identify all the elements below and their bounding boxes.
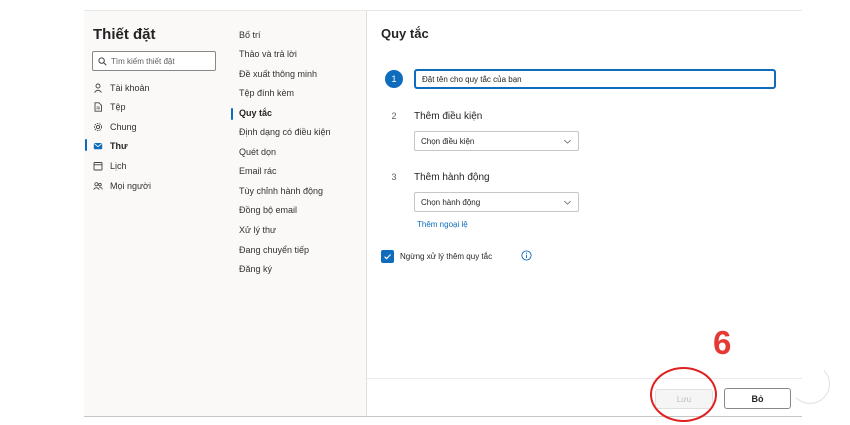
section-smart-suggestions[interactable]: Đề xuất thông minh xyxy=(239,69,317,79)
annotation-step-number: 6 xyxy=(713,324,732,361)
category-label: Lịch xyxy=(110,161,127,171)
category-label: Mọi người xyxy=(110,181,151,191)
settings-search-box[interactable] xyxy=(92,51,216,71)
section-customize-actions[interactable]: Tùy chỉnh hành động xyxy=(239,186,323,196)
active-section-indicator xyxy=(231,108,233,120)
category-files[interactable]: Tệp xyxy=(93,99,126,115)
section-junk-email[interactable]: Email rác xyxy=(239,166,277,176)
annotation-highlight-circle xyxy=(650,367,717,422)
add-action-label: Thêm hành động xyxy=(414,172,490,183)
category-account[interactable]: Tài khoản xyxy=(93,80,150,96)
gear-icon xyxy=(93,122,103,132)
section-subscriptions[interactable]: Đăng ký xyxy=(239,264,272,274)
stop-processing-checkbox[interactable] xyxy=(381,250,394,263)
category-general[interactable]: Chung xyxy=(93,119,137,135)
section-conditional-formatting[interactable]: Định dạng có điều kiện xyxy=(239,127,331,137)
discard-button[interactable]: Bỏ xyxy=(724,388,791,409)
section-message-handling[interactable]: Xử lý thư xyxy=(239,225,276,235)
settings-search-input[interactable] xyxy=(111,56,211,66)
section-compose-reply[interactable]: Thảo và trả lời xyxy=(239,49,297,59)
info-icon[interactable] xyxy=(521,250,532,261)
mail-icon xyxy=(93,143,103,150)
section-rules[interactable]: Quy tắc xyxy=(239,108,272,118)
action-dropdown-value: Chọn hành động xyxy=(421,197,481,207)
active-category-indicator xyxy=(85,139,87,151)
section-layout[interactable]: Bố trí xyxy=(239,30,261,40)
section-sync-email[interactable]: Đồng bộ email xyxy=(239,205,297,215)
add-condition-label: Thêm điều kiện xyxy=(414,111,483,122)
footer-divider xyxy=(367,378,802,379)
category-label: Chung xyxy=(110,122,137,132)
condition-dropdown-value: Chọn điều kiện xyxy=(421,136,475,146)
panel-divider xyxy=(366,10,367,416)
step-number-1: 1 xyxy=(385,70,403,88)
panel-title: Quy tắc xyxy=(381,26,429,41)
category-label: Tài khoản xyxy=(110,83,150,93)
file-icon xyxy=(94,102,102,112)
category-mail[interactable]: Thư xyxy=(93,138,128,154)
section-forwarding[interactable]: Đang chuyển tiếp xyxy=(239,245,309,255)
settings-title: Thiết đặt xyxy=(93,26,156,43)
category-label: Thư xyxy=(110,141,128,151)
section-attachments[interactable]: Tệp đính kèm xyxy=(239,88,294,98)
person-icon xyxy=(94,83,102,93)
section-sweep[interactable]: Quét dọn xyxy=(239,147,276,157)
search-icon xyxy=(98,56,107,66)
condition-dropdown[interactable]: Chọn điều kiện xyxy=(414,131,579,151)
checkmark-icon xyxy=(384,254,391,260)
calendar-icon xyxy=(93,162,103,171)
add-exception-link[interactable]: Thêm ngoại lệ xyxy=(417,220,468,229)
category-calendar[interactable]: Lịch xyxy=(93,158,127,174)
chevron-down-icon xyxy=(564,200,571,205)
annotation-decoration-ring xyxy=(790,364,830,404)
step-number-3: 3 xyxy=(391,172,397,182)
step-number-2: 2 xyxy=(391,111,397,121)
action-dropdown[interactable]: Chọn hành động xyxy=(414,192,579,212)
people-icon xyxy=(93,182,103,190)
chevron-down-icon xyxy=(564,139,571,144)
stop-processing-label: Ngừng xử lý thêm quy tắc xyxy=(400,252,493,261)
rule-name-input[interactable] xyxy=(414,69,776,89)
category-label: Tệp xyxy=(110,102,126,112)
category-people[interactable]: Mọi người xyxy=(93,178,151,194)
